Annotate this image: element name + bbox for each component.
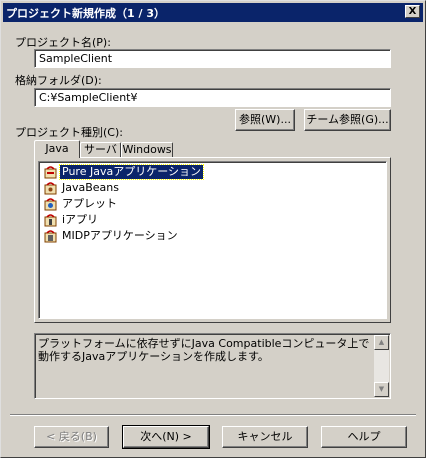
browse-button[interactable]: 参照(W)... [235, 109, 295, 131]
window-title: プロジェクト新規作成（1 / 3） [6, 7, 165, 20]
project-name-input[interactable]: SampleClient [34, 49, 391, 68]
dialog-window: プロジェクト新規作成（1 / 3） X プロジェクト名(P): SampleCl… [0, 0, 426, 458]
cancel-button[interactable]: キャンセル [222, 426, 308, 448]
back-button[interactable]: < 戻る(B) [34, 426, 109, 448]
list-item-midp-application[interactable]: MIDPアプリケーション [43, 229, 180, 245]
list-item-javabeans[interactable]: JavaBeans [43, 181, 121, 197]
project-type-label: プロジェクト種別(C): [15, 126, 123, 139]
list-item-pure-java-application[interactable]: Pure Javaアプリケーション [43, 164, 204, 181]
description-box: プラットフォームに依存せずにJava Compatibleコンピュータ上で動作す… [34, 333, 391, 399]
tab-java[interactable]: Java [34, 140, 80, 158]
list-item-label: Pure Javaアプリケーション [59, 164, 204, 180]
description-text: プラットフォームに依存せずにJava Compatibleコンピュータ上で動作す… [38, 337, 370, 363]
javabeans-icon [43, 181, 58, 195]
applet-icon [43, 197, 58, 211]
list-item-label: JavaBeans [62, 181, 119, 194]
application-icon [43, 165, 58, 179]
team-browse-button[interactable]: チーム参照(G)... [304, 109, 391, 131]
scroll-up-icon[interactable]: ▲ [374, 335, 389, 350]
tab-windows[interactable]: Windows [121, 142, 173, 157]
list-item-label: iアプリ [62, 213, 99, 226]
project-type-list[interactable]: Pure Javaアプリケーション JavaBeans アプレット iアプリ M… [38, 161, 387, 319]
next-button[interactable]: 次へ(N) > [122, 425, 210, 449]
iappli-icon [43, 213, 58, 227]
folder-label: 格納フォルダ(D): [15, 74, 102, 87]
list-item-label: アプレット [62, 197, 117, 210]
project-name-label: プロジェクト名(P): [15, 36, 111, 49]
separator [10, 414, 416, 416]
scroll-down-icon[interactable]: ▼ [374, 382, 389, 397]
description-scrollbar[interactable]: ▲ ▼ [374, 335, 389, 397]
list-item-label: MIDPアプリケーション [62, 229, 178, 242]
midp-application-icon [43, 229, 58, 243]
folder-input[interactable]: C:¥SampleClient¥ [34, 88, 391, 107]
close-button[interactable]: X [405, 5, 420, 18]
list-item-iappli[interactable]: iアプリ [43, 213, 100, 229]
list-item-applet[interactable]: アプレット [43, 197, 119, 213]
title-bar[interactable]: プロジェクト新規作成（1 / 3） X [3, 3, 423, 22]
help-button[interactable]: ヘルプ [321, 426, 407, 448]
tab-server[interactable]: サーバ [80, 142, 121, 157]
